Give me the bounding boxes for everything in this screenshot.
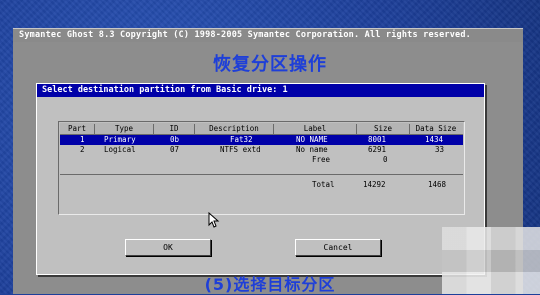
partition-table: Part Type ID Description Label Size Data… [58,121,465,215]
col-part: Part [67,124,87,133]
cell-size: 6291 [368,145,387,154]
cell-data-size: 1434 [425,135,444,144]
cell-label: Free [312,155,331,164]
ok-button[interactable]: OK [125,239,211,256]
cell-part: 1 [80,135,85,144]
cell-description: Fat32 [230,135,253,144]
cell-size: 8001 [368,135,387,144]
cell-id: 0b [170,135,180,144]
total-data-size: 1468 [428,180,447,189]
cell-label: No name [296,145,328,154]
col-label: Label [303,124,327,133]
destination-partition-dialog: Select destination partition from Basic … [36,83,485,275]
cell-size: 0 [383,155,388,164]
cell-part: 2 [80,145,85,154]
cell-type: Logical [104,145,136,154]
dialog-title: Select destination partition from Basic … [37,84,484,97]
total-divider [60,174,463,175]
col-id: ID [169,124,179,133]
col-size: Size [373,124,393,133]
total-row: Total 14292 1468 [60,180,463,190]
col-type: Type [114,124,134,133]
cell-description: NTFS extd [220,145,261,154]
mouse-pointer-icon [208,212,220,228]
total-label: Total [312,180,335,189]
partition-row-free: Free 0 [60,155,463,165]
cancel-button[interactable]: Cancel [295,239,381,256]
total-size: 14292 [363,180,386,189]
partition-row[interactable]: 2 Logical 07 NTFS extd No name 6291 33 [60,145,463,155]
table-header: Part Type ID Description Label Size Data… [60,123,463,135]
cell-label: NO NAME [296,135,328,144]
cell-id: 07 [170,145,180,154]
col-description: Description [209,124,259,133]
copyright-text: Symantec Ghost 8.3 Copyright (C) 1998-20… [19,30,471,40]
caption-top: 恢复分区操作 [213,54,327,75]
cell-type: Primary [104,135,136,144]
caption-bottom: (5)选择目标分区 [204,275,336,294]
partition-row[interactable]: 1 Primary 0b Fat32 NO NAME 8001 1434 [60,135,463,145]
col-data-size: Data Size [415,124,457,133]
cell-data-size: 33 [435,145,445,154]
